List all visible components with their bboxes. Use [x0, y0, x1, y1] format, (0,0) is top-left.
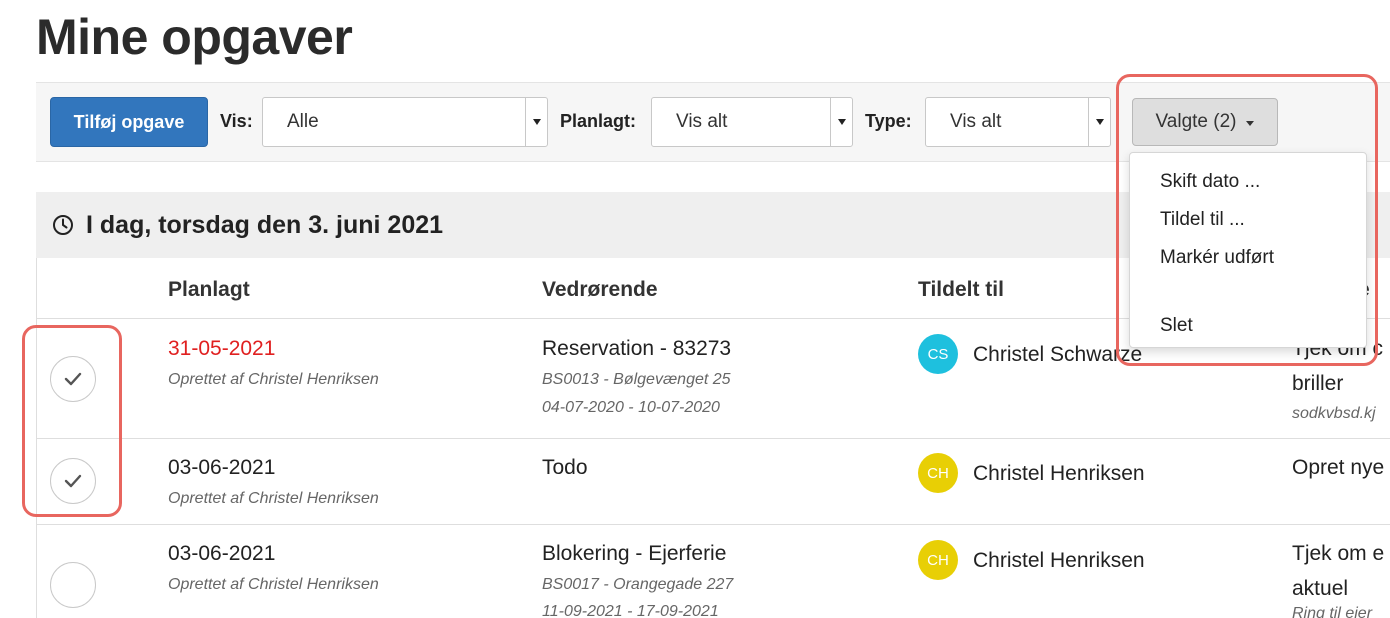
column-header-tildelt-til[interactable]: Tildelt til	[918, 278, 1004, 302]
table-divider	[36, 524, 1390, 525]
page-title: Mine opgaver	[36, 9, 353, 65]
regarding-link[interactable]: Blokering - Ejerferie	[542, 542, 726, 566]
type-select[interactable]: Vis alt	[925, 97, 1111, 147]
planned-date: 03-06-2021	[168, 542, 276, 565]
avatar: CH	[918, 540, 958, 580]
type-select-value: Vis alt	[950, 111, 1002, 132]
assignee-name: Christel Henriksen	[973, 462, 1145, 485]
vis-select-arrow[interactable]	[525, 98, 547, 146]
table-divider	[36, 438, 1390, 439]
task-note: sodkvbsd.kj	[1292, 405, 1376, 422]
regarding-period: 11-09-2021 - 17-09-2021	[542, 603, 719, 618]
created-by: Oprettet af Christel Henriksen	[168, 490, 379, 507]
add-task-button[interactable]: Tilføj opgave	[50, 97, 208, 147]
regarding-unit: BS0013 - Bølgevænget 25	[542, 371, 731, 388]
task-description: Opret nye	[1292, 456, 1385, 479]
planned-date: 31-05-2021	[168, 337, 276, 360]
row-select-checkbox[interactable]	[50, 562, 96, 608]
regarding-link[interactable]: Todo	[542, 456, 588, 480]
regarding-unit: BS0017 - Orangegade 227	[542, 576, 734, 593]
highlight-selected-actions	[1116, 74, 1378, 366]
planlagt-select[interactable]: Vis alt	[651, 97, 853, 147]
vis-label: Vis:	[220, 111, 253, 131]
created-by: Oprettet af Christel Henriksen	[168, 371, 379, 388]
task-description-line2: briller	[1292, 372, 1344, 395]
avatar: CH	[918, 453, 958, 493]
vis-select[interactable]: Alle	[262, 97, 548, 147]
regarding-period: 04-07-2020 - 10-07-2020	[542, 399, 720, 416]
planlagt-label: Planlagt:	[560, 111, 637, 131]
chevron-down-icon	[1095, 119, 1104, 125]
task-note: Ring til ejer	[1292, 605, 1373, 618]
avatar: CS	[918, 334, 958, 374]
vis-select-value: Alle	[287, 111, 319, 132]
planned-date: 03-06-2021	[168, 456, 276, 479]
planlagt-select-value: Vis alt	[676, 111, 728, 132]
type-label: Type:	[865, 111, 912, 131]
chevron-down-icon	[837, 119, 846, 125]
clock-icon	[53, 215, 73, 235]
column-header-planlagt[interactable]: Planlagt	[168, 278, 250, 302]
regarding-link[interactable]: Reservation - 83273	[542, 337, 731, 361]
date-header-text: I dag, torsdag den 3. juni 2021	[86, 210, 444, 239]
highlight-selected-rows	[22, 325, 122, 517]
task-description-line2: aktuel	[1292, 577, 1349, 600]
created-by: Oprettet af Christel Henriksen	[168, 576, 379, 593]
chevron-down-icon	[532, 119, 541, 125]
column-header-vedroerende[interactable]: Vedrørende	[542, 278, 658, 302]
type-select-arrow[interactable]	[1088, 98, 1110, 146]
assignee-name: Christel Henriksen	[973, 549, 1145, 572]
task-description: Tjek om e	[1292, 542, 1385, 565]
planlagt-select-arrow[interactable]	[830, 98, 852, 146]
page: Mine opgaver Tilføj opgave Vis: Alle Pla…	[0, 0, 1390, 618]
